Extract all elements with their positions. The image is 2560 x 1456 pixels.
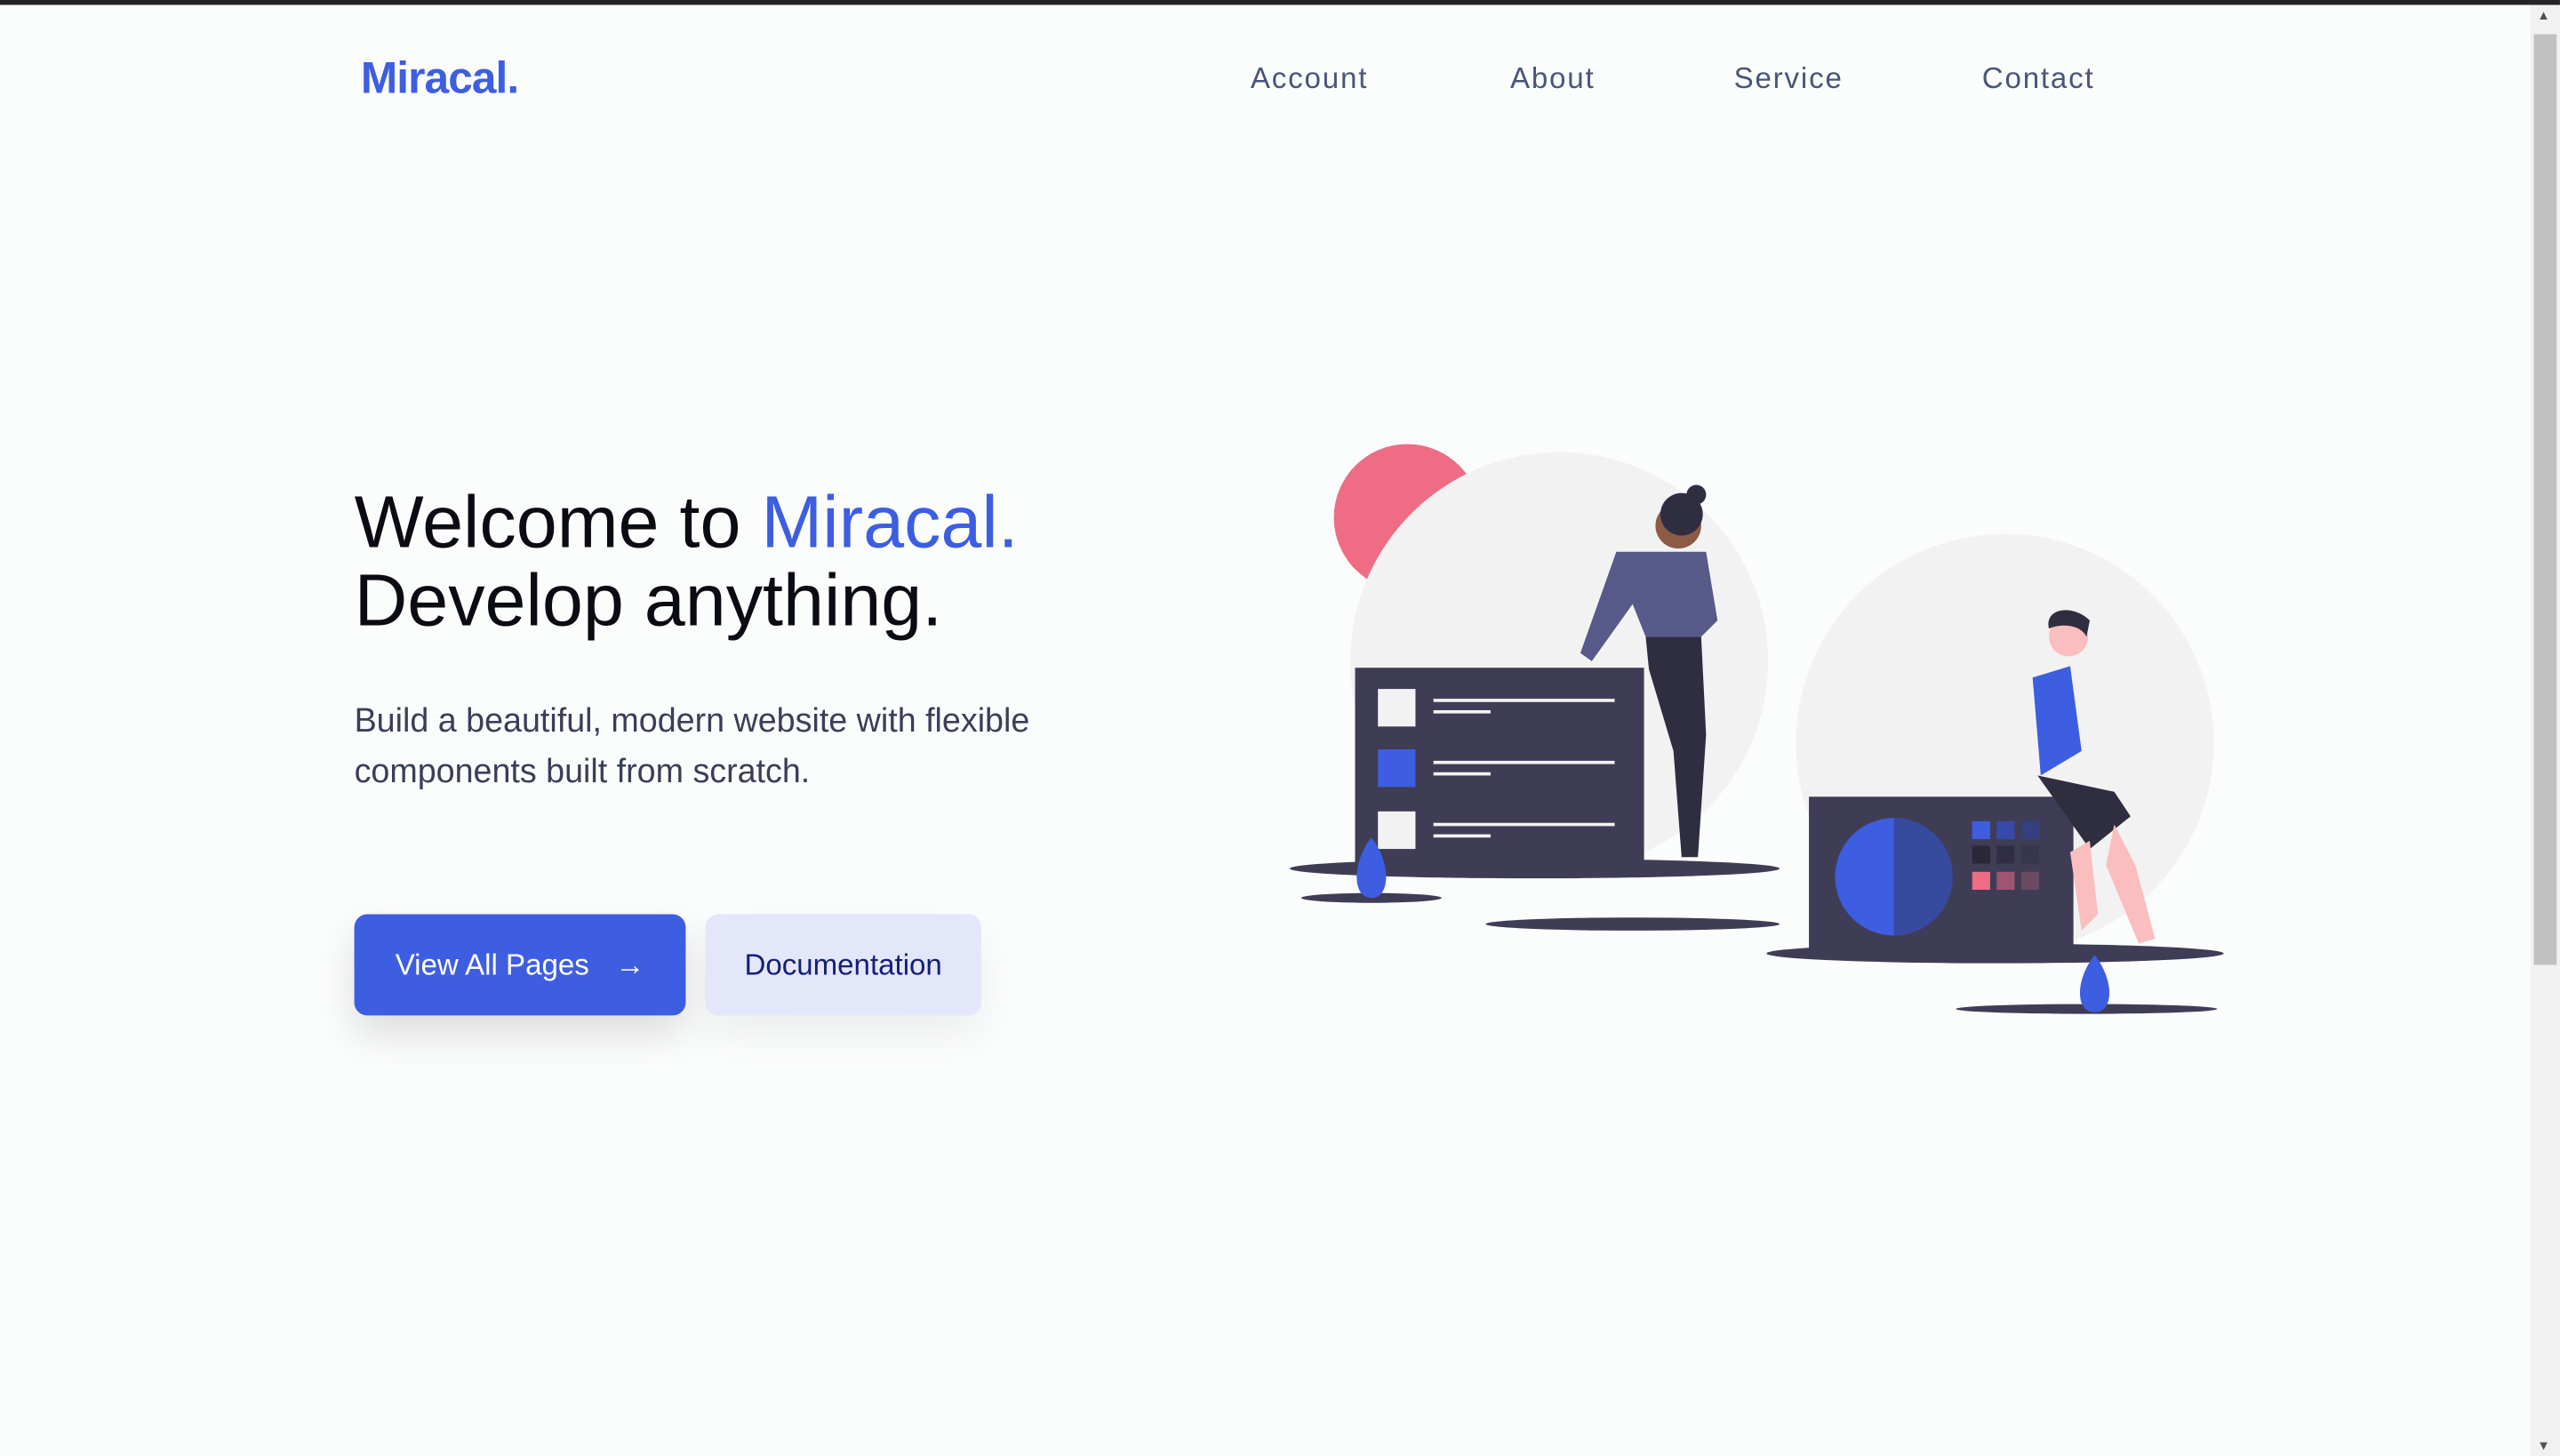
window-top-border — [0, 0, 2560, 5]
documentation-button[interactable]: Documentation — [705, 914, 981, 1016]
page: Miracal. Account About Service Contact W… — [0, 0, 2560, 1456]
view-all-pages-label: View All Pages — [395, 948, 589, 980]
hero-title-prefix: Welcome to — [354, 479, 762, 564]
hero-title-line2: Develop anything. — [354, 558, 943, 642]
leaf-icon — [2079, 955, 2110, 1012]
nav-about[interactable]: About — [1510, 62, 1596, 97]
documentation-label: Documentation — [744, 948, 942, 980]
hero-lead: Build a beautiful, modern website with f… — [354, 701, 1030, 790]
view-all-pages-button[interactable]: View All Pages → — [354, 914, 686, 1016]
scroll-up-icon[interactable]: ▲ — [2537, 8, 2550, 23]
hero-illustration — [1289, 444, 2224, 1014]
hero-title: Welcome to Miracal. Develop anything. — [354, 483, 1019, 642]
vertical-scrollbar[interactable]: ▲ ▼ — [2530, 4, 2560, 1456]
dashboard-panel — [1809, 796, 2074, 950]
nav-contact[interactable]: Contact — [1982, 62, 2095, 97]
scrollbar-thumb[interactable] — [2533, 34, 2557, 965]
nav-account[interactable]: Account — [1251, 62, 1368, 97]
shadow — [1485, 917, 1780, 931]
nav-service[interactable]: Service — [1734, 62, 1844, 97]
hero-title-accent: Miracal. — [761, 479, 1019, 564]
logo[interactable]: Miracal. — [361, 54, 519, 105]
list-panel — [1355, 668, 1644, 864]
scroll-down-icon[interactable]: ▼ — [2537, 1438, 2550, 1453]
arrow-right-icon: → — [615, 948, 645, 980]
